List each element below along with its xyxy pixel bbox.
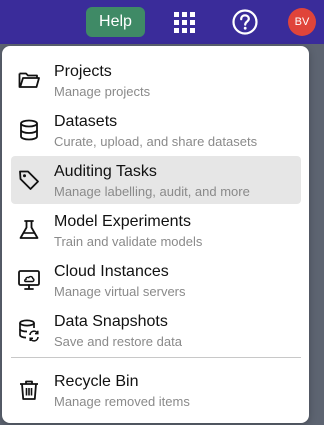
menu-item-subtitle: Curate, upload, and share datasets — [54, 134, 258, 149]
menu-item-subtitle: Manage virtual servers — [54, 284, 186, 299]
menu-item-subtitle: Manage removed items — [54, 394, 190, 409]
menu-item-model-experiments[interactable]: Model Experiments Train and validate mod… — [11, 206, 301, 254]
menu-item-projects[interactable]: Projects Manage projects — [11, 56, 301, 104]
user-avatar[interactable]: BV — [288, 8, 316, 36]
menu-item-recycle-bin[interactable]: Recycle Bin Manage removed items — [11, 366, 301, 414]
menu-item-subtitle: Save and restore data — [54, 334, 182, 349]
menu-divider — [11, 357, 301, 358]
menu-item-subtitle: Manage labelling, audit, and more — [54, 184, 250, 199]
folder-icon — [17, 68, 41, 92]
menu-item-data-snapshots[interactable]: Data Snapshots Save and restore data — [11, 306, 301, 354]
apps-grid-icon[interactable] — [172, 10, 196, 34]
menu-item-title: Cloud Instances — [54, 263, 169, 280]
app-switcher-menu: Projects Manage projects Datasets Curate… — [2, 46, 309, 423]
menu-item-datasets[interactable]: Datasets Curate, upload, and share datas… — [11, 106, 301, 154]
menu-item-title: Datasets — [54, 113, 118, 130]
menu-item-subtitle: Manage projects — [54, 84, 151, 99]
cloud-monitor-icon — [17, 268, 41, 292]
menu-item-title: Model Experiments — [54, 213, 191, 230]
menu-item-title: Data Snapshots — [54, 313, 168, 330]
menu-item-auditing-tasks[interactable]: Auditing Tasks Manage labelling, audit, … — [11, 156, 301, 204]
menu-item-subtitle: Train and validate models — [54, 234, 203, 249]
trash-icon — [17, 378, 41, 402]
help-button[interactable]: Help — [86, 7, 145, 37]
top-bar: Help BV — [0, 0, 324, 44]
menu-item-title: Auditing Tasks — [54, 163, 157, 180]
tag-icon — [17, 168, 41, 192]
flask-icon — [17, 218, 41, 242]
menu-item-cloud-instances[interactable]: Cloud Instances Manage virtual servers — [11, 256, 301, 304]
database-icon — [17, 118, 41, 142]
database-sync-icon — [17, 318, 41, 342]
menu-item-title: Projects — [54, 63, 112, 80]
question-icon[interactable] — [231, 8, 259, 36]
menu-item-title: Recycle Bin — [54, 373, 139, 390]
